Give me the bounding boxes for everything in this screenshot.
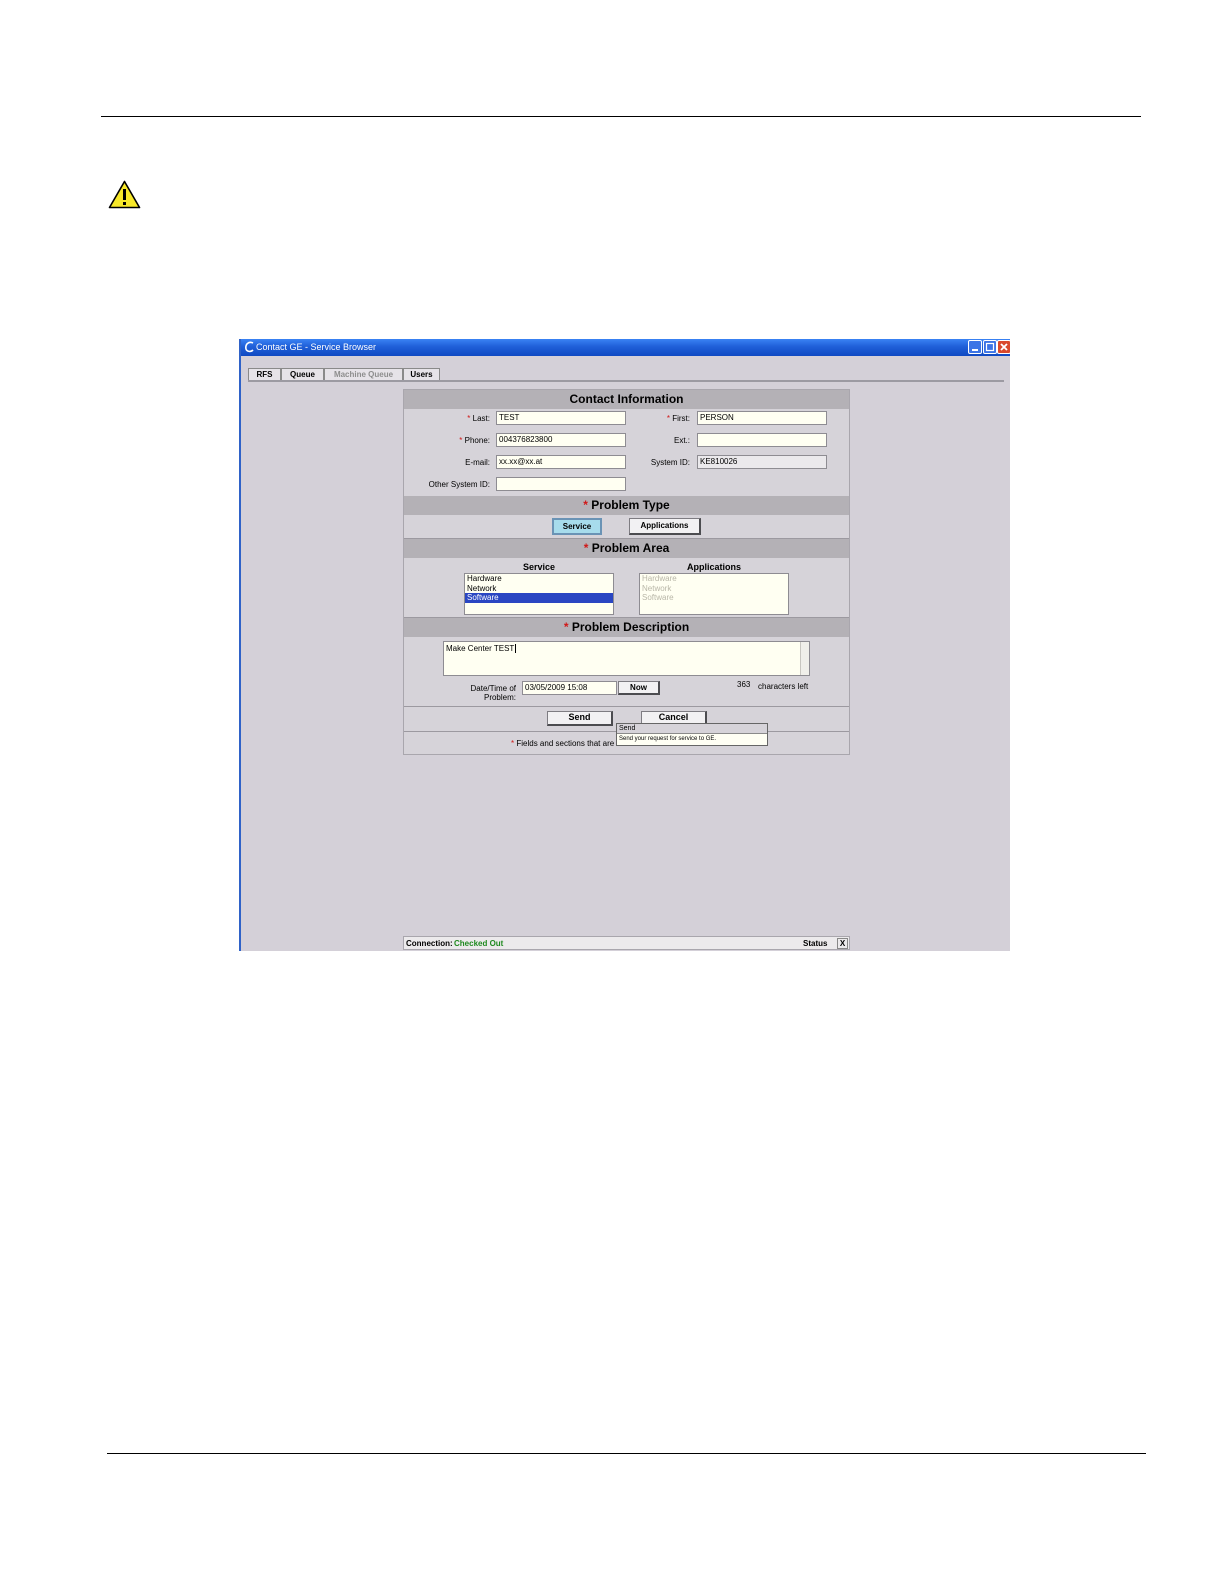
contact-information-header: Contact Information	[404, 390, 849, 409]
datetime-field[interactable]: 03/05/2009 15:08	[522, 681, 617, 695]
list-item[interactable]: Network	[465, 584, 613, 594]
problem-area-header: * Problem Area	[404, 539, 849, 558]
connection-status: Checked Out	[454, 939, 504, 948]
problem-description-header: * Problem Description	[404, 618, 849, 637]
send-button[interactable]: Send	[547, 711, 613, 726]
system-id-field: KE810026	[697, 455, 827, 469]
tooltip-title: Send	[617, 724, 767, 734]
warning-icon	[108, 180, 141, 209]
tab-underline	[248, 380, 1004, 382]
window-title: Contact GE - Service Browser	[256, 342, 377, 352]
datetime-label: Date/Time of Problem:	[470, 684, 517, 702]
problem-description-textarea[interactable]: Make Center TEST	[443, 641, 810, 676]
list-item[interactable]: Software	[465, 593, 613, 603]
close-button[interactable]	[997, 340, 1011, 354]
close-icon	[1000, 343, 1008, 351]
maximize-icon	[985, 342, 995, 352]
title-bar[interactable]: Contact GE - Service Browser	[241, 339, 1011, 356]
other-system-id-label: Other System ID:	[428, 480, 490, 489]
applications-type-button[interactable]: Applications	[629, 518, 701, 535]
list-item[interactable]: Hardware	[465, 574, 613, 584]
first-name-field[interactable]: PERSON	[697, 411, 827, 425]
status-close-button[interactable]: X	[837, 938, 848, 949]
connection-label: Connection:	[406, 939, 453, 948]
service-browser-window: Contact GE - Service Browser RFS Queue M…	[239, 339, 1011, 951]
status-bar: Connection: Checked Out Status X	[403, 936, 850, 950]
minimize-icon	[972, 349, 978, 351]
first-label: * First:	[666, 414, 690, 423]
list-item: Hardware	[642, 574, 677, 583]
divider	[404, 706, 849, 707]
required-footnote: * Fields and sections that are	[511, 739, 615, 748]
email-label: E-mail:	[465, 458, 490, 467]
service-column-heading: Service	[522, 562, 556, 572]
list-item: Network	[642, 583, 672, 593]
send-tooltip: Send Send your request for service to GE…	[616, 723, 768, 746]
other-system-id-field[interactable]	[496, 477, 626, 491]
last-label: * Last:	[467, 414, 490, 423]
phone-field[interactable]: 004376823800	[496, 433, 626, 447]
phone-label: * Phone:	[459, 436, 490, 445]
ext-field[interactable]	[697, 433, 827, 447]
service-type-button[interactable]: Service	[552, 518, 602, 535]
problem-type-header: * Problem Type	[404, 496, 849, 515]
characters-left-label: characters left	[758, 682, 809, 691]
list-item: Software	[642, 593, 674, 602]
minimize-button[interactable]	[968, 340, 982, 354]
status-label: Status	[803, 939, 828, 948]
ge-browser-icon	[245, 341, 254, 353]
service-area-listbox[interactable]: Hardware Network Software	[464, 573, 614, 615]
maximize-button[interactable]	[983, 340, 997, 354]
bottom-rule	[107, 1453, 1146, 1454]
applications-column-heading: Applications	[686, 562, 741, 572]
now-button[interactable]: Now	[618, 681, 660, 695]
description-scrollbar[interactable]	[800, 642, 809, 675]
email-field[interactable]: xx.xx@xx.at	[496, 455, 626, 469]
last-name-field[interactable]: TEST	[496, 411, 626, 425]
applications-area-listbox: Hardware Network Software	[639, 573, 789, 615]
rfs-form-panel: Contact Information * Last: TEST * First…	[403, 389, 850, 755]
ext-label: Ext.:	[673, 436, 690, 445]
tooltip-text: Send your request for service to GE.	[619, 736, 717, 742]
system-id-label: System ID:	[650, 458, 690, 467]
characters-left-count: 363	[737, 680, 751, 689]
top-rule	[101, 116, 1141, 117]
